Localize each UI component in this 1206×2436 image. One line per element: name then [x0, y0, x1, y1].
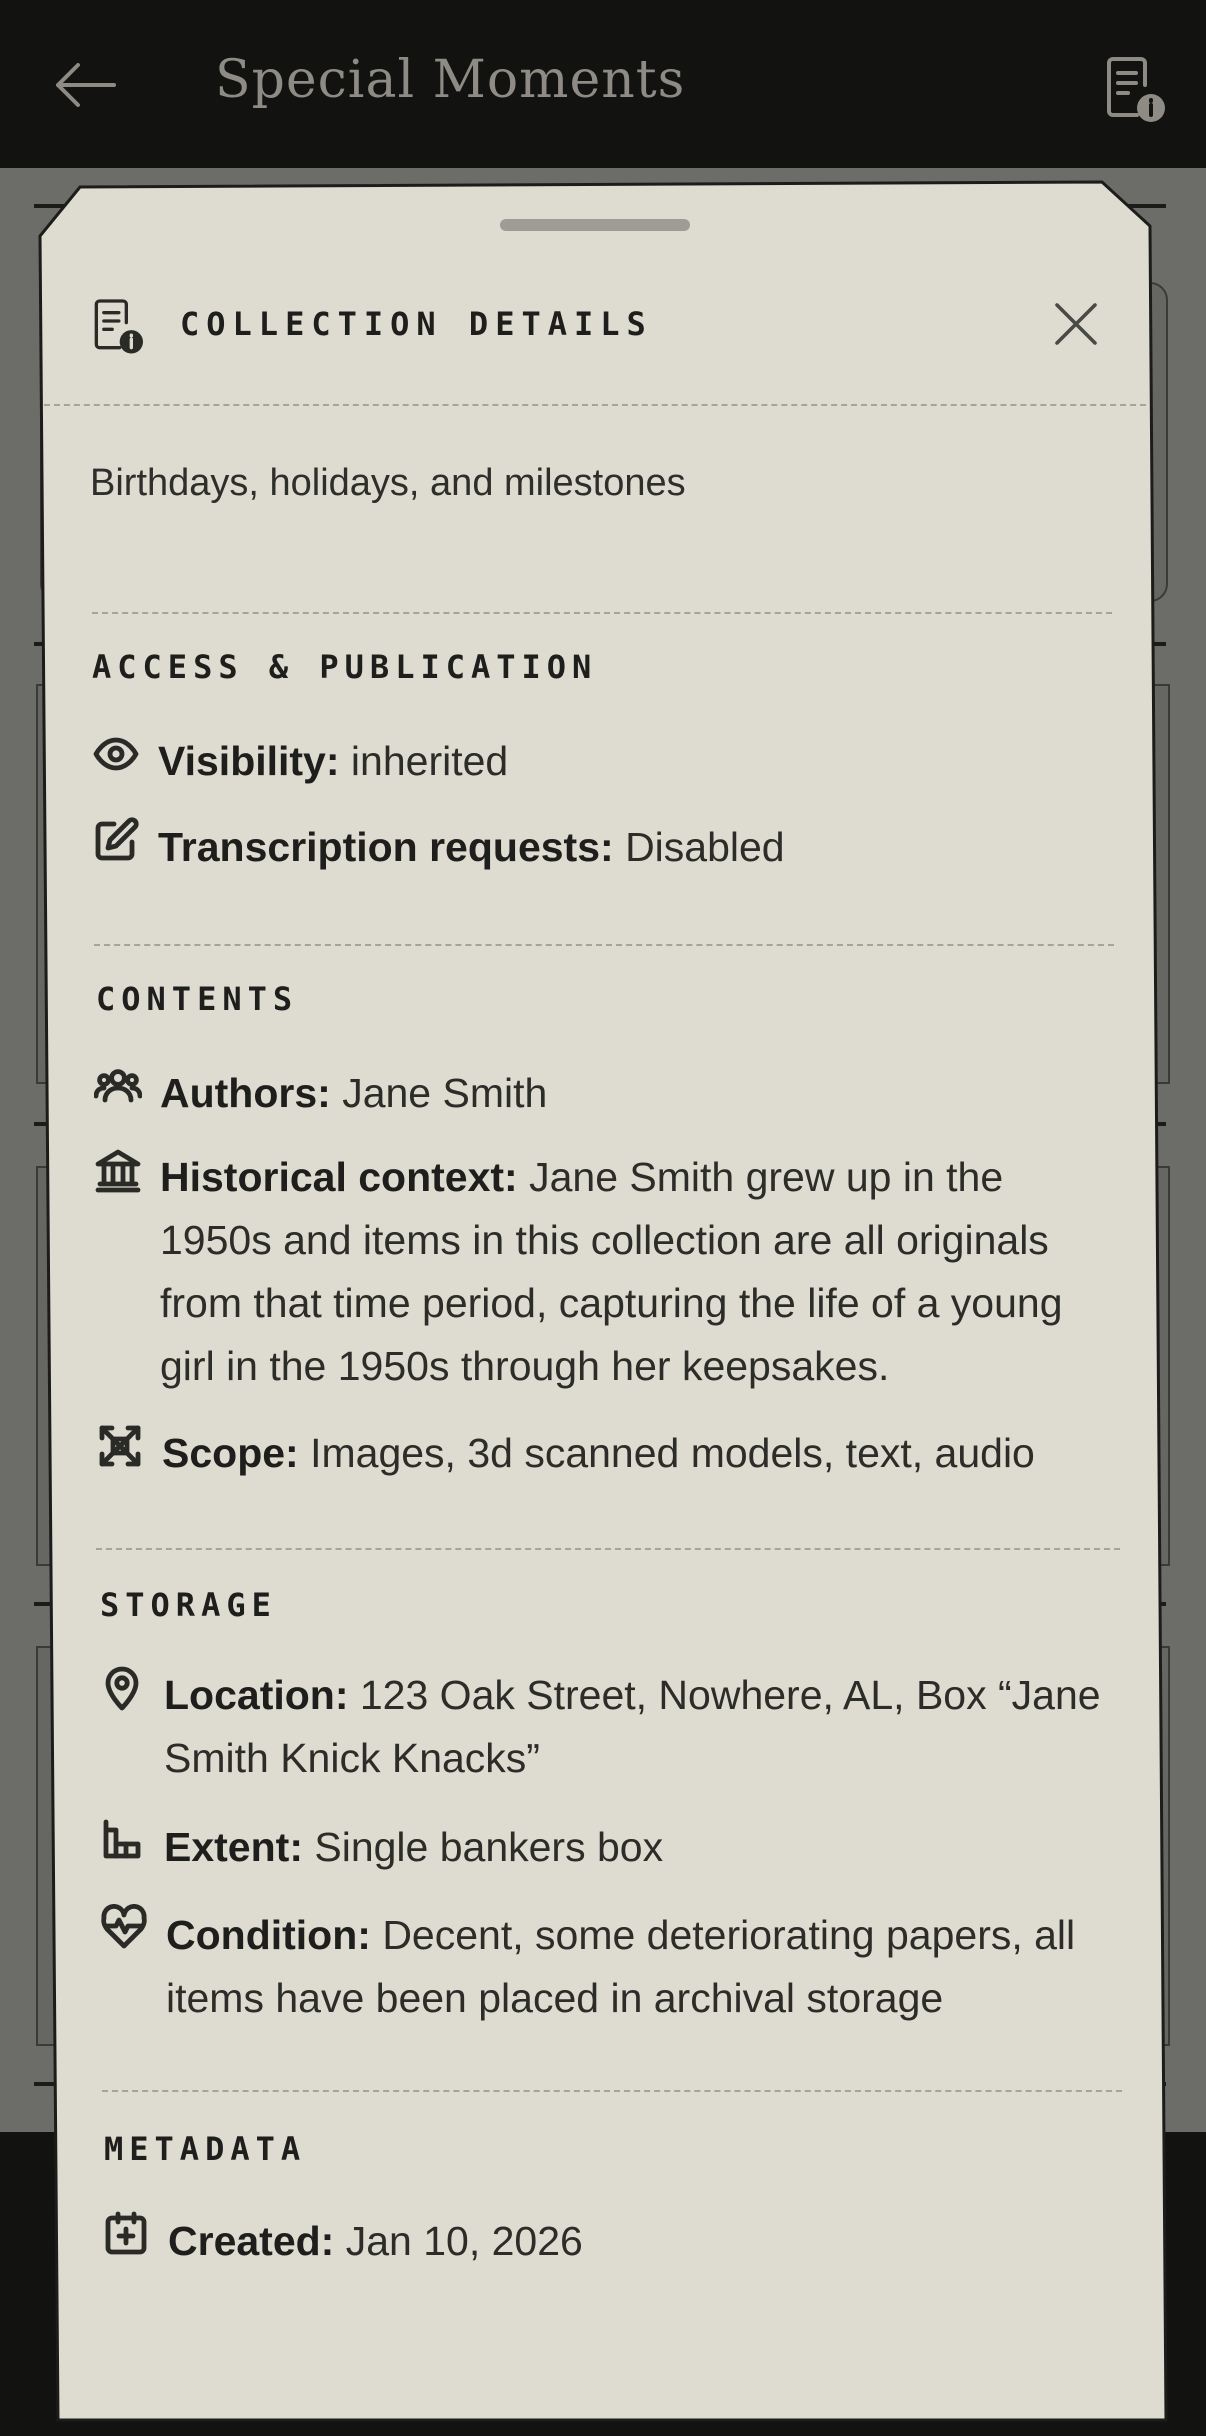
heart-pulse-icon [100, 1904, 166, 1952]
extent-row: ExtentSingle bankers box [98, 1816, 1118, 1879]
field-label: Created [168, 2218, 346, 2264]
field-value: inherited [350, 738, 509, 784]
field-label: Scope [162, 1430, 310, 1476]
condition-row: ConditionDecent, some deteriorating pape… [100, 1904, 1120, 2030]
section-title-contents: CONTENTS [96, 980, 299, 1018]
field-value: Disabled [625, 824, 785, 870]
visibility-row: Visibilityinherited [92, 730, 1112, 793]
field-value: Images, 3d scanned models, text, audio [310, 1430, 1035, 1476]
section-title-storage: STORAGE [100, 1586, 277, 1624]
created-row: CreatedJan 10, 2026 [102, 2210, 1122, 2273]
users-icon [94, 1062, 160, 1110]
divider [96, 1548, 1120, 1550]
map-pin-icon [98, 1664, 164, 1712]
edit-icon [92, 816, 158, 864]
transcription-row: Transcription requestsDisabled [92, 816, 1112, 879]
section-title-metadata: METADATA [104, 2130, 307, 2168]
close-button[interactable] [1044, 292, 1108, 356]
field-label: Historical context [160, 1154, 529, 1200]
field-label: Visibility [158, 738, 351, 784]
authors-row: AuthorsJane Smith [94, 1062, 1114, 1125]
document-info-icon [88, 296, 148, 356]
divider [92, 612, 1112, 614]
building-columns-icon [94, 1146, 160, 1194]
divider [44, 404, 1146, 406]
scope-icon [96, 1422, 162, 1470]
calendar-plus-icon [102, 2210, 168, 2258]
field-value: Single bankers box [314, 1824, 664, 1870]
box-icon [98, 1816, 164, 1864]
sheet-title: COLLECTION DETAILS [180, 305, 653, 343]
field-label: Condition [166, 1912, 382, 1958]
historical-context-row: Historical contextJane Smith grew up in … [94, 1146, 1114, 1398]
field-value: Jane Smith [342, 1070, 548, 1116]
eye-icon [92, 730, 158, 778]
field-label: Extent [164, 1824, 314, 1870]
collection-description: Birthdays, holidays, and milestones [90, 462, 686, 504]
sheet-header: COLLECTION DETAILS [88, 292, 1128, 388]
divider [94, 944, 1114, 946]
close-icon [1055, 303, 1097, 345]
drag-handle[interactable] [500, 219, 690, 231]
field-label: Authors [160, 1070, 342, 1116]
field-label: Location [164, 1672, 360, 1718]
field-value: Jan 10, 2026 [345, 2218, 583, 2264]
section-title-access: ACCESS & PUBLICATION [92, 648, 598, 686]
scope-row: ScopeImages, 3d scanned models, text, au… [96, 1422, 1116, 1485]
field-label: Transcription requests [158, 824, 625, 870]
divider [102, 2090, 1122, 2092]
location-row: Location123 Oak Street, Nowhere, AL, Box… [98, 1664, 1118, 1790]
